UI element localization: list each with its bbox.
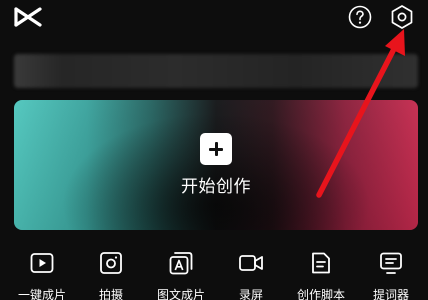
plus-icon[interactable] bbox=[200, 133, 232, 165]
screen-record-icon bbox=[239, 255, 263, 271]
tool-label: 录屏 bbox=[238, 288, 263, 300]
tool-label: 一键成片 bbox=[17, 288, 66, 300]
tool-creation-script[interactable]: 创作脚本 bbox=[286, 250, 356, 300]
script-document-icon bbox=[312, 252, 330, 274]
banner-placeholder[interactable] bbox=[14, 54, 418, 88]
help-circle-icon[interactable] bbox=[348, 5, 372, 29]
camera-icon bbox=[100, 252, 122, 274]
tool-shoot[interactable]: 拍摄 bbox=[76, 250, 146, 300]
tool-teleprompter[interactable]: 提词器 bbox=[356, 250, 426, 300]
image-text-icon bbox=[169, 252, 193, 275]
start-create-label: 开始创作 bbox=[181, 177, 251, 197]
app-home-screen: 开始创作 一键成片 拍摄 图文成片 录屏 创作脚本 提词器 bbox=[0, 0, 428, 300]
capcut-logo-icon bbox=[14, 7, 42, 27]
tool-image-text-video[interactable]: 图文成片 bbox=[146, 250, 216, 300]
tool-screen-record[interactable]: 录屏 bbox=[216, 250, 286, 300]
tool-label: 创作脚本 bbox=[296, 288, 345, 300]
tool-one-click-video[interactable]: 一键成片 bbox=[7, 250, 77, 300]
start-create-card[interactable] bbox=[14, 100, 418, 230]
tool-label: 提词器 bbox=[372, 288, 409, 300]
play-square-icon bbox=[30, 253, 54, 273]
tool-label: 拍摄 bbox=[98, 288, 123, 300]
teleprompter-icon bbox=[380, 252, 402, 274]
settings-hexagon-icon[interactable] bbox=[389, 4, 415, 30]
tool-label: 图文成片 bbox=[156, 288, 205, 300]
